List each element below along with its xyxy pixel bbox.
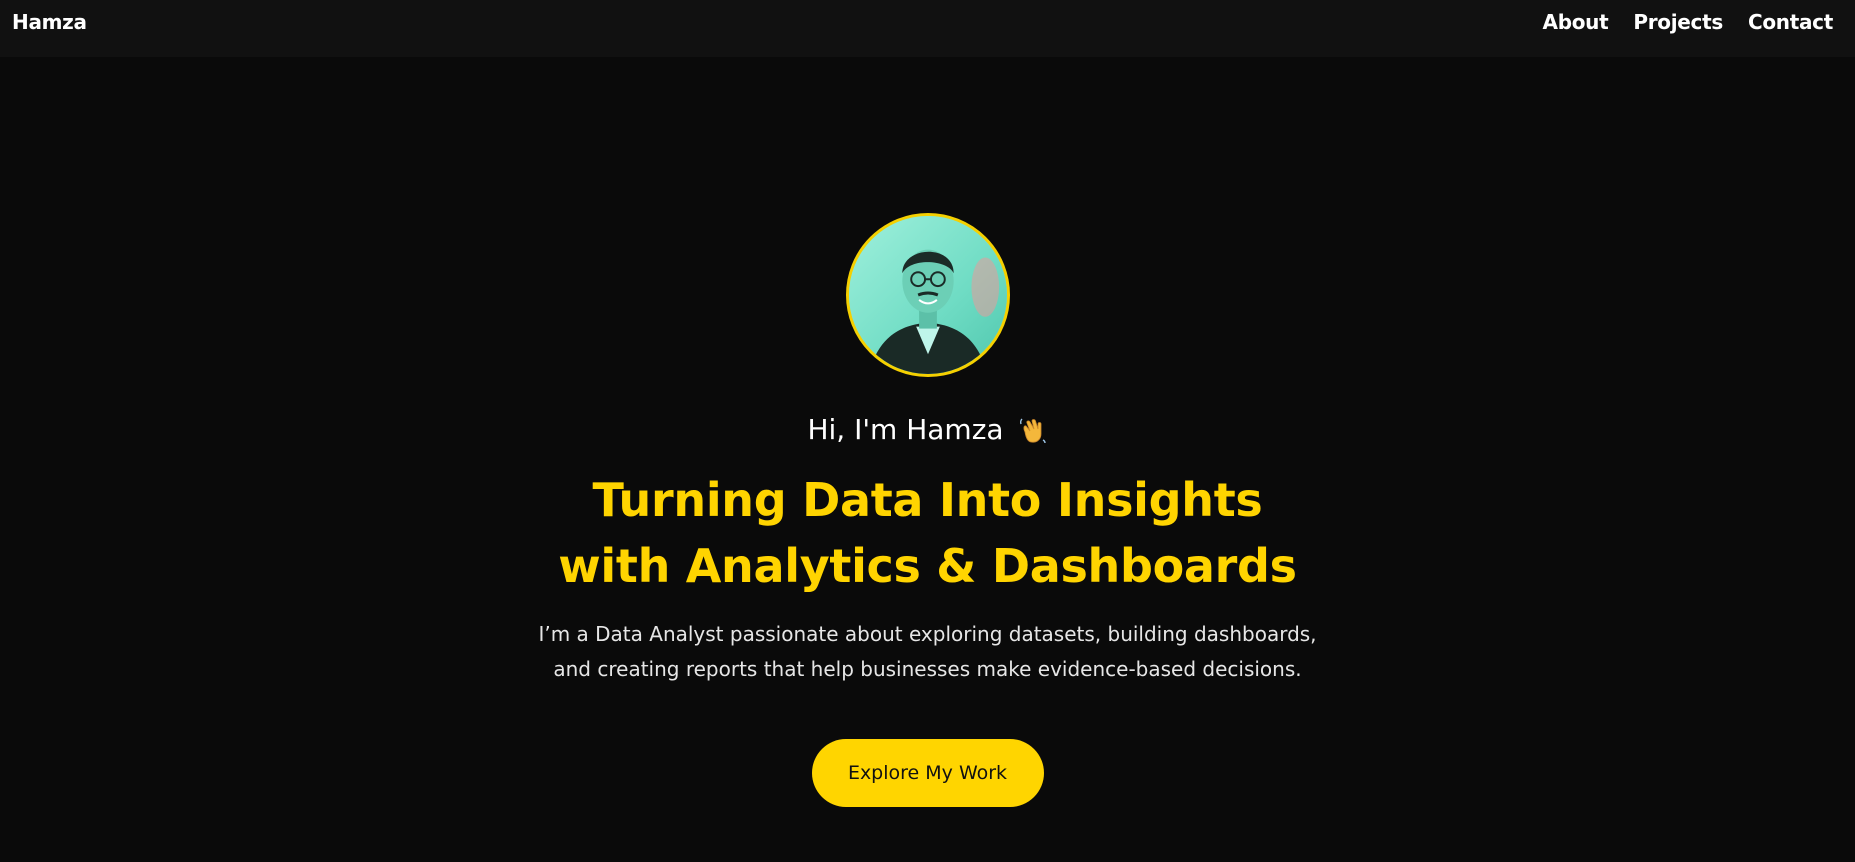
hero-section: Hi, I'm Hamza Turning Data Into Insights… xyxy=(0,57,1855,862)
navbar: Hamza About Projects Contact xyxy=(0,0,1855,57)
waving-hand-icon xyxy=(1016,414,1048,446)
explore-my-work-button[interactable]: Explore My Work xyxy=(811,739,1044,807)
hero-description: I’m a Data Analyst passionate about expl… xyxy=(538,617,1316,687)
nav-links: About Projects Contact xyxy=(1543,10,1843,34)
headline-line-2: with Analytics & Dashboards xyxy=(558,539,1297,593)
hero-headline: Turning Data Into Insights with Analytic… xyxy=(558,467,1297,599)
description-line-1: I’m a Data Analyst passionate about expl… xyxy=(538,622,1317,646)
headline-line-1: Turning Data Into Insights xyxy=(592,473,1263,527)
avatar xyxy=(845,213,1010,377)
nav-link-projects[interactable]: Projects xyxy=(1633,10,1723,34)
profile-photo-icon xyxy=(848,216,1007,374)
greeting-text: Hi, I'm Hamza xyxy=(807,413,1004,446)
nav-link-about[interactable]: About xyxy=(1543,10,1609,34)
nav-link-contact[interactable]: Contact xyxy=(1748,10,1833,34)
description-line-2: and creating reports that help businesse… xyxy=(553,657,1302,681)
brand-logo[interactable]: Hamza xyxy=(12,10,87,34)
greeting: Hi, I'm Hamza xyxy=(807,413,1047,447)
